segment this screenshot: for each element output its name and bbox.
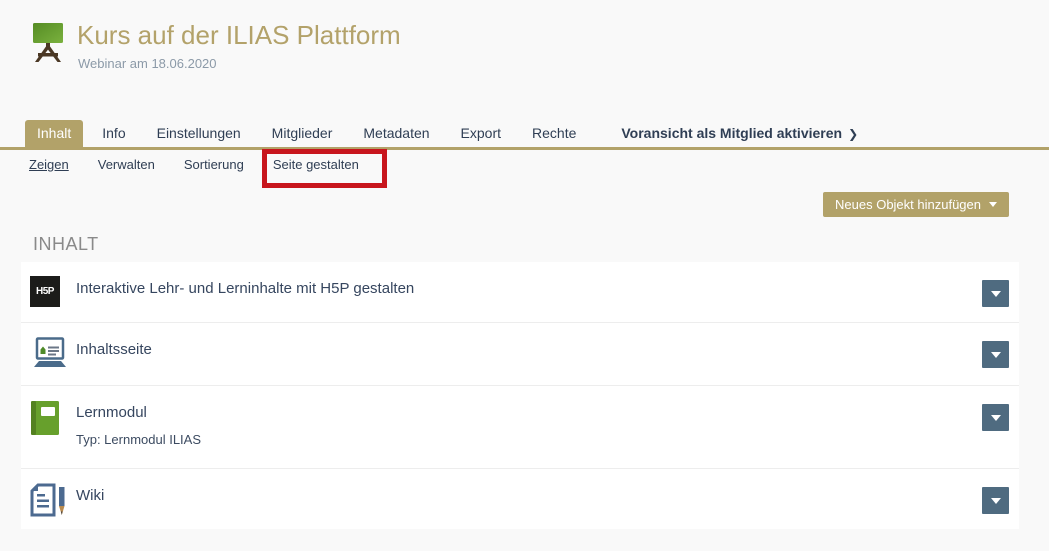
h5p-icon: H5P <box>30 276 60 307</box>
sub-tabbar: Zeigen Verwalten Sortierung Seite gestal… <box>29 157 388 172</box>
item-title-h5p[interactable]: Interaktive Lehr- und Lerninhalte mit H5… <box>76 280 414 297</box>
add-object-button[interactable]: Neues Objekt hinzufügen <box>823 192 1009 217</box>
member-preview-label: Voransicht als Mitglied aktivieren <box>621 125 842 141</box>
course-header: Kurs auf der ILIAS Plattform Webinar am … <box>28 20 401 71</box>
item-actions-dropdown-wiki[interactable] <box>982 487 1009 514</box>
list-item-lernmodul: Lernmodul Typ: Lernmodul ILIAS <box>21 385 1019 468</box>
tab-einstellungen[interactable]: Einstellungen <box>145 120 253 147</box>
caret-down-icon <box>991 352 1001 358</box>
learning-module-icon <box>30 400 60 436</box>
wiki-icon <box>30 483 70 519</box>
item-title-inhaltsseite[interactable]: Inhaltsseite <box>76 341 152 358</box>
content-item-list: H5P Interaktive Lehr- und Lerninhalte mi… <box>21 262 1019 529</box>
tab-rechte[interactable]: Rechte <box>520 120 588 147</box>
item-title-wiki[interactable]: Wiki <box>76 487 104 504</box>
tab-metadaten[interactable]: Metadaten <box>351 120 441 147</box>
list-item-wiki: Wiki <box>21 468 1019 529</box>
tab-mitglieder[interactable]: Mitglieder <box>260 120 345 147</box>
item-actions-dropdown-h5p[interactable] <box>982 280 1009 307</box>
subtab-verwalten[interactable]: Verwalten <box>98 157 155 172</box>
page-subtitle: Webinar am 18.06.2020 <box>78 56 401 71</box>
tab-inhalt[interactable]: Inhalt <box>25 120 83 147</box>
main-tabbar: Inhalt Info Einstellungen Mitglieder Met… <box>0 120 1049 150</box>
subtab-seite-gestalten-label: Seite gestalten <box>273 157 359 172</box>
list-item-inhaltsseite: Inhaltsseite <box>21 322 1019 385</box>
add-object-label: Neues Objekt hinzufügen <box>835 197 981 212</box>
tab-member-preview[interactable]: Voransicht als Mitglied aktivieren ❯ <box>609 120 870 147</box>
caret-down-icon <box>991 498 1001 504</box>
caret-down-icon <box>991 291 1001 297</box>
tab-export[interactable]: Export <box>449 120 513 147</box>
item-actions-dropdown-inhaltsseite[interactable] <box>982 341 1009 368</box>
caret-down-icon <box>991 415 1001 421</box>
course-easel-icon <box>28 22 68 64</box>
chevron-right-icon: ❯ <box>848 127 858 141</box>
subtab-seite-gestalten[interactable]: Seite gestalten <box>273 157 359 172</box>
content-page-icon <box>30 337 70 369</box>
subtab-zeigen[interactable]: Zeigen <box>29 157 69 172</box>
item-actions-dropdown-lernmodul[interactable] <box>982 404 1009 431</box>
page-title: Kurs auf der ILIAS Plattform <box>77 20 401 50</box>
item-subtitle-lernmodul: Typ: Lernmodul ILIAS <box>76 432 982 447</box>
list-item-h5p: H5P Interaktive Lehr- und Lerninhalte mi… <box>21 262 1019 322</box>
subtab-sortierung[interactable]: Sortierung <box>184 157 244 172</box>
caret-down-icon <box>989 202 997 207</box>
content-section-title: INHALT <box>33 234 99 255</box>
tab-info[interactable]: Info <box>90 120 137 147</box>
item-title-lernmodul[interactable]: Lernmodul <box>76 404 147 421</box>
